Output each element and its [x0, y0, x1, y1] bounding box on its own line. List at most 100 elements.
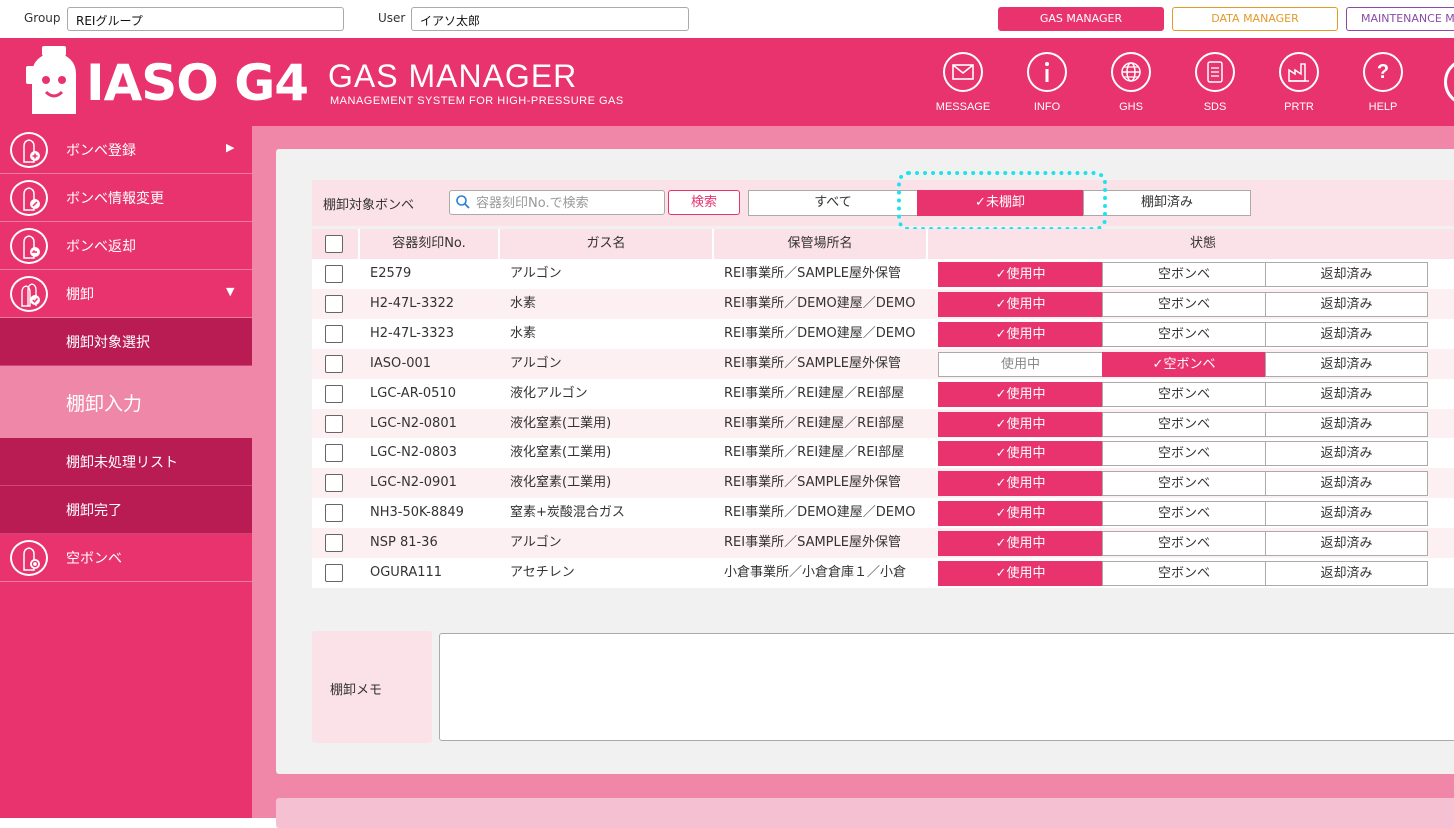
status-label: 使用中 — [1006, 296, 1046, 312]
status-empty-button[interactable]: 空ボンベ — [1102, 531, 1266, 557]
row-checkbox[interactable] — [325, 474, 343, 493]
status-label: 空ボンベ — [1157, 446, 1210, 462]
status-returned-button[interactable]: 返却済み — [1265, 501, 1428, 527]
status-empty-button[interactable]: 空ボンベ — [1102, 411, 1266, 437]
status-empty-button[interactable]: 空ボンベ — [1102, 441, 1266, 467]
group-select[interactable]: REIグループ — [67, 7, 344, 31]
status-in-use-button[interactable]: ✓使用中 — [938, 471, 1103, 497]
status-in-use-button[interactable]: ✓使用中 — [938, 501, 1103, 527]
sidebar-item-empty-cylinder[interactable]: 空ボンベ — [0, 534, 252, 582]
prtr-button[interactable]: PRTR — [1264, 52, 1334, 113]
status-empty-button[interactable]: 空ボンベ — [1102, 262, 1266, 287]
gas-manager-button[interactable]: GAS MANAGER — [998, 7, 1164, 31]
status-in-use-button[interactable]: ✓使用中 — [938, 291, 1103, 317]
cell-gas: アルゴン — [510, 535, 562, 551]
status-returned-button[interactable]: 返却済み — [1265, 321, 1428, 347]
status-label: 返却済み — [1320, 356, 1373, 372]
status-in-use-button[interactable]: ✓使用中 — [938, 531, 1103, 557]
row-checkbox[interactable] — [325, 354, 343, 373]
sidebar-subitem-inventory-input[interactable]: 棚卸入力 — [0, 366, 252, 438]
cell-id: NH3-50K-8849 — [370, 505, 464, 521]
cell-gas: アルゴン — [510, 355, 562, 371]
row-checkbox[interactable] — [325, 444, 343, 463]
sidebar-item-label: 空ボンベ — [66, 551, 122, 567]
memo-label: 棚卸メモ — [330, 683, 383, 698]
status-empty-button[interactable]: 空ボンベ — [1102, 321, 1266, 347]
row-checkbox[interactable] — [325, 294, 343, 313]
status-in-use-button[interactable]: ✓使用中 — [938, 381, 1103, 407]
status-in-use-button[interactable]: ✓使用中 — [938, 321, 1103, 347]
sidebar-item-cylinder-edit[interactable]: ボンベ情報変更 — [0, 174, 252, 222]
status-returned-button[interactable]: 返却済み — [1265, 471, 1428, 497]
status-returned-button[interactable]: 返却済み — [1265, 531, 1428, 557]
status-label: 使用中 — [1006, 506, 1046, 522]
status-empty-button[interactable]: 空ボンベ — [1102, 561, 1266, 586]
status-in-use-button[interactable]: 使用中 — [938, 351, 1103, 377]
row-checkbox[interactable] — [325, 414, 343, 433]
globe-icon — [1111, 52, 1151, 92]
cell-location: REI事業所／REI建屋／REI部屋 — [724, 445, 905, 461]
sidebar-item-cylinder-register[interactable]: ボンベ登録 ▶ — [0, 126, 252, 174]
filter-inventoried-tab[interactable]: 棚卸済み — [1083, 190, 1251, 216]
search-input[interactable] — [476, 194, 662, 212]
help-button[interactable]: ? HELP — [1348, 52, 1418, 113]
status-returned-button[interactable]: 返却済み — [1265, 411, 1428, 437]
status-empty-button[interactable]: 空ボンベ — [1102, 501, 1266, 527]
cell-gas: 水素 — [510, 295, 537, 311]
status-empty-button[interactable]: 空ボンベ — [1102, 291, 1266, 317]
status-returned-button[interactable]: 返却済み — [1265, 262, 1428, 287]
status-empty-button[interactable]: 空ボンベ — [1102, 471, 1266, 497]
app-header: IASO G4 GAS MANAGER MANAGEMENT SYSTEM FO… — [0, 38, 1454, 126]
sidebar-subitem-label: 棚卸対象選択 — [66, 335, 150, 351]
cell-gas: 窒素+炭酸混合ガス — [510, 505, 625, 521]
status-returned-button[interactable]: 返却済み — [1265, 351, 1428, 377]
status-in-use-button[interactable]: ✓使用中 — [938, 441, 1103, 467]
sds-button[interactable]: SDS — [1180, 52, 1250, 113]
filter-bar: 棚卸対象ボンベ 検索 すべて ✓未棚卸 棚卸済み — [312, 180, 1454, 226]
cell-gas: 液化アルゴン — [510, 385, 588, 401]
sidebar-item-cylinder-return[interactable]: ボンベ返却 — [0, 222, 252, 270]
status-in-use-button[interactable]: ✓使用中 — [938, 561, 1103, 586]
sidebar-subitem-inventory-complete[interactable]: 棚卸完了 — [0, 486, 252, 534]
sds-label: SDS — [1203, 101, 1227, 113]
status-returned-button[interactable]: 返却済み — [1265, 381, 1428, 407]
status-in-use-button[interactable]: ✓使用中 — [938, 262, 1103, 287]
status-empty-button[interactable]: 空ボンベ — [1102, 381, 1266, 407]
status-label: 空ボンベ — [1157, 267, 1210, 282]
filter-all-tab[interactable]: すべて — [748, 190, 918, 216]
memo-textarea[interactable] — [439, 633, 1454, 741]
check-icon: ✓ — [995, 416, 1007, 432]
search-button[interactable]: 検索 — [668, 190, 740, 215]
row-checkbox[interactable] — [325, 324, 343, 343]
status-returned-button[interactable]: 返却済み — [1265, 441, 1428, 467]
info-icon — [1027, 52, 1067, 92]
factory-icon — [1279, 52, 1319, 92]
status-in-use-button[interactable]: ✓使用中 — [938, 411, 1103, 437]
status-label: 使用中 — [1006, 446, 1046, 462]
ghs-button[interactable]: GHS — [1096, 52, 1166, 113]
select-all-checkbox[interactable] — [325, 235, 343, 253]
row-checkbox[interactable] — [325, 384, 343, 403]
info-button[interactable]: INFO — [1012, 52, 1082, 113]
row-checkbox[interactable] — [325, 564, 343, 582]
document-icon — [1195, 52, 1235, 92]
sidebar-subitem-inventory-pending[interactable]: 棚卸未処理リスト — [0, 438, 252, 486]
user-field[interactable]: イアソ太郎 — [411, 7, 689, 31]
message-button[interactable]: MESSAGE — [928, 52, 998, 113]
status-returned-button[interactable]: 返却済み — [1265, 561, 1428, 586]
user-avatar[interactable] — [1444, 58, 1454, 106]
maintenance-manager-button[interactable]: MAINTENANCE MA — [1346, 7, 1454, 31]
row-checkbox[interactable] — [325, 534, 343, 553]
data-manager-button[interactable]: DATA MANAGER — [1172, 7, 1338, 31]
row-checkbox[interactable] — [325, 504, 343, 523]
cylinder-empty-icon — [10, 540, 48, 576]
cylinder-check-icon — [10, 276, 48, 312]
table-row: NSP 81-36 アルゴン REI事業所／SAMPLE屋外保管 ✓使用中 空ボンベ 返却… — [312, 528, 1454, 559]
sidebar-item-inventory[interactable]: 棚卸 ▼ — [0, 270, 252, 318]
row-checkbox[interactable] — [325, 265, 343, 283]
status-empty-button[interactable]: ✓空ボンベ — [1102, 351, 1266, 377]
status-returned-button[interactable]: 返却済み — [1265, 291, 1428, 317]
status-label: 使用中 — [1006, 326, 1046, 342]
table-row: LGC-N2-0803 液化窒素(工業用) REI事業所／REI建屋／REI部屋 ✓使… — [312, 438, 1454, 469]
sidebar-subitem-inventory-target[interactable]: 棚卸対象選択 — [0, 318, 252, 366]
